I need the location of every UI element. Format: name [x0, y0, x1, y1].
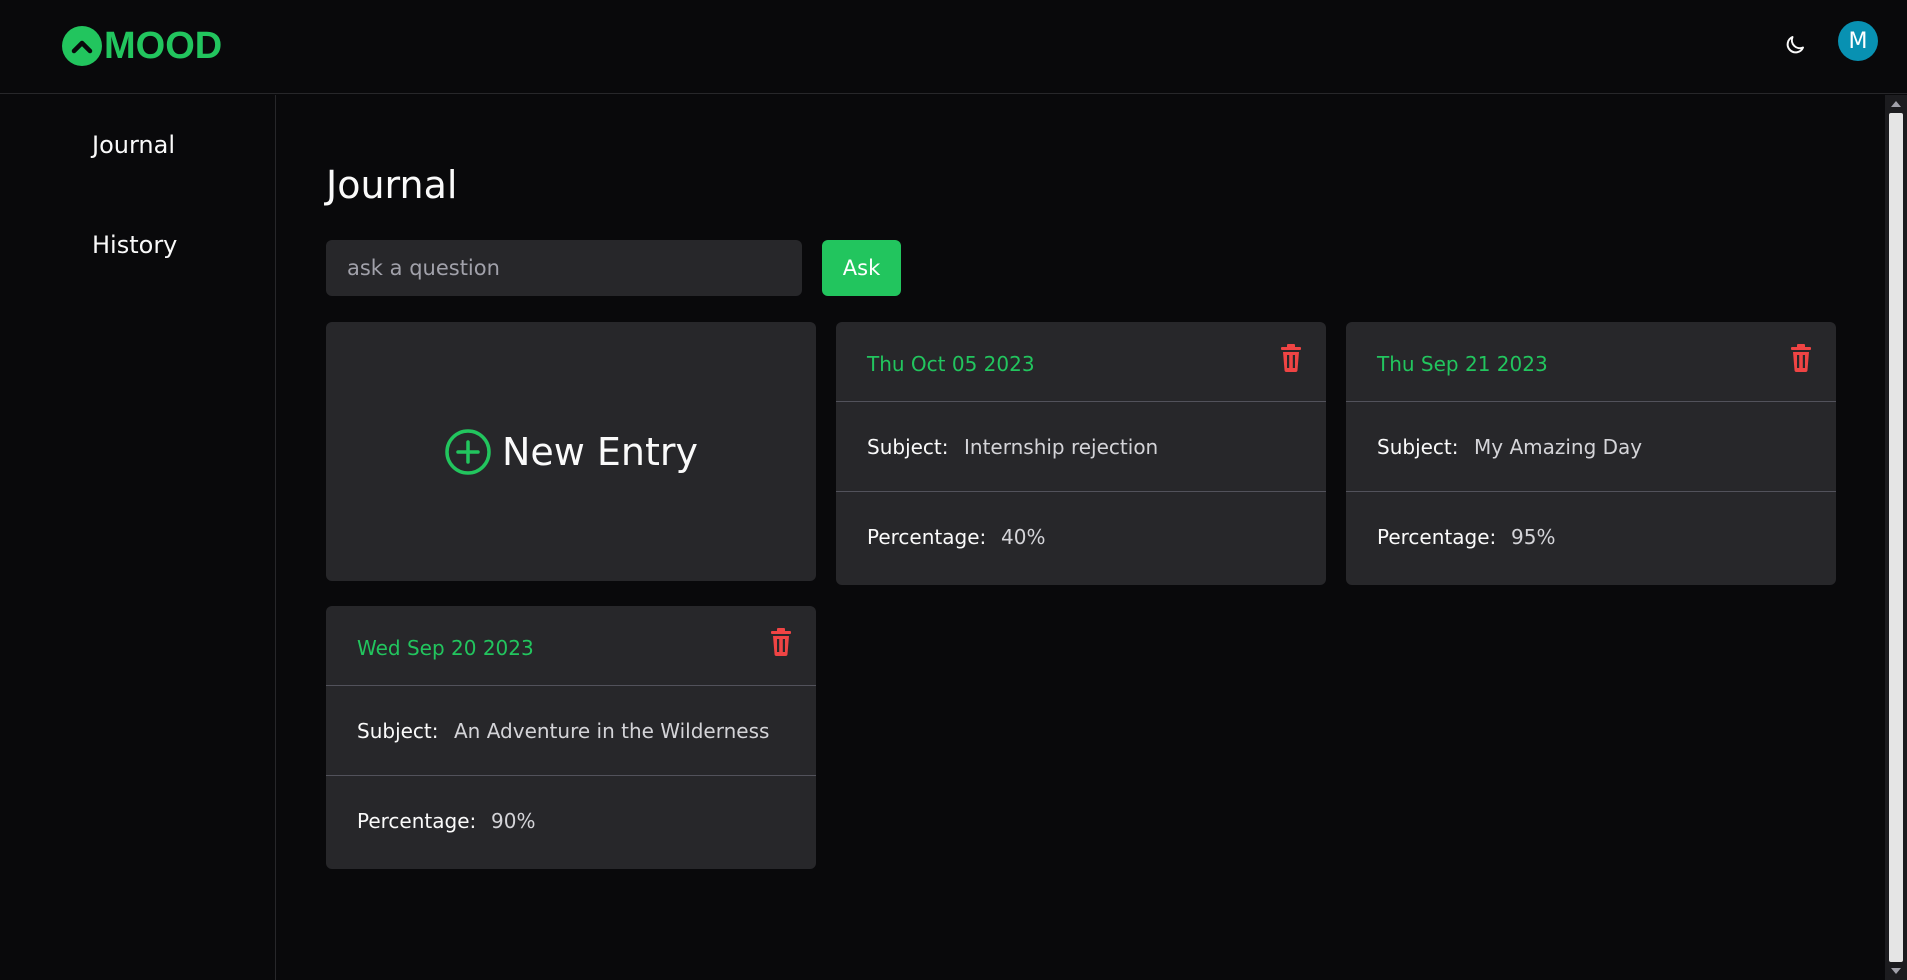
sidebar-item-history[interactable]: History	[92, 231, 177, 259]
percentage-label: Percentage:	[867, 525, 987, 549]
trash-icon[interactable]	[1789, 344, 1813, 372]
scroll-down-arrow-icon[interactable]	[1891, 968, 1901, 974]
entry-card[interactable]: Wed Sep 20 2023 Subject: An Adventure in…	[326, 606, 816, 869]
percentage-value: 95%	[1511, 525, 1556, 549]
logo-text: MOOD	[104, 25, 223, 67]
scrollbar-thumb[interactable]	[1889, 113, 1903, 962]
subject-label: Subject:	[867, 435, 949, 459]
question-input[interactable]	[326, 240, 802, 296]
entry-subject-row: Subject: Internship rejection	[836, 402, 1326, 492]
trash-icon[interactable]	[769, 628, 793, 656]
entry-percentage-row: Percentage: 90%	[326, 776, 816, 866]
avatar[interactable]: M	[1838, 21, 1878, 61]
top-bar: MOOD M	[0, 0, 1907, 94]
new-entry-label: New Entry	[501, 429, 699, 474]
subject-label: Subject:	[357, 719, 439, 743]
entry-card[interactable]: Thu Sep 21 2023 Subject: My Amazing Day …	[1346, 322, 1836, 585]
entry-percentage-row: Percentage: 40%	[836, 492, 1326, 582]
subject-value: Internship rejection	[964, 435, 1159, 459]
logo[interactable]: MOOD	[62, 26, 222, 66]
percentage-value: 90%	[491, 809, 536, 833]
theme-toggle-button[interactable]	[1782, 32, 1808, 58]
entry-date: Wed Sep 20 2023	[357, 636, 534, 660]
new-entry-card[interactable]: New Entry	[326, 322, 816, 581]
main-content: Journal Ask New Entry Thu Oct 05 2023 Su…	[277, 95, 1885, 980]
page-title: Journal	[326, 163, 458, 207]
entry-card-header: Thu Oct 05 2023	[836, 322, 1326, 402]
sidebar-item-journal[interactable]: Journal	[92, 131, 175, 159]
sidebar: Journal History	[0, 95, 276, 980]
plus-circle-icon	[445, 428, 491, 475]
percentage-value: 40%	[1001, 525, 1046, 549]
scroll-up-arrow-icon[interactable]	[1891, 101, 1901, 107]
subject-value: My Amazing Day	[1474, 435, 1643, 459]
subject-value: An Adventure in the Wilderness	[454, 719, 770, 743]
entry-date: Thu Oct 05 2023	[867, 352, 1035, 376]
entry-subject-row: Subject: An Adventure in the Wilderness	[326, 686, 816, 776]
percentage-label: Percentage:	[357, 809, 477, 833]
entry-card-header: Thu Sep 21 2023	[1346, 322, 1836, 402]
entry-date: Thu Sep 21 2023	[1377, 352, 1548, 376]
entry-percentage-row: Percentage: 95%	[1346, 492, 1836, 582]
entry-card-header: Wed Sep 20 2023	[326, 606, 816, 686]
scrollbar[interactable]	[1885, 95, 1907, 980]
ask-button[interactable]: Ask	[822, 240, 901, 296]
subject-label: Subject:	[1377, 435, 1459, 459]
percentage-label: Percentage:	[1377, 525, 1497, 549]
entry-card[interactable]: Thu Oct 05 2023 Subject: Internship reje…	[836, 322, 1326, 585]
entry-subject-row: Subject: My Amazing Day	[1346, 402, 1836, 492]
moon-icon	[1786, 36, 1804, 54]
trash-icon[interactable]	[1279, 344, 1303, 372]
chevron-up-logo-icon	[62, 26, 102, 66]
